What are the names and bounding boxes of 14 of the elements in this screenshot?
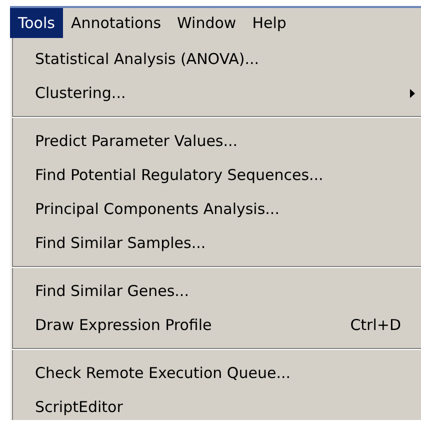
menu-item[interactable]: Check Remote Execution Queue... (12, 356, 421, 390)
menu-title[interactable]: Annotations (62, 8, 170, 38)
menu-item[interactable]: Find Similar Samples... (12, 226, 421, 260)
menu-item[interactable]: Find Similar Genes... (12, 274, 421, 308)
menu-item[interactable]: Predict Parameter Values... (12, 124, 421, 158)
menu-title[interactable]: Tools (10, 8, 63, 38)
menu-item[interactable]: Principal Components Analysis... (12, 192, 421, 226)
menu-item[interactable]: Statistical Analysis (ANOVA)... (12, 42, 421, 76)
menu-item[interactable]: ScriptEditor (12, 390, 421, 422)
menu-item[interactable]: Clustering... (12, 76, 421, 110)
menu-title[interactable]: Help (244, 8, 294, 38)
menu-item[interactable]: Draw Expression Profile Ctrl+D (12, 308, 421, 342)
menu-item[interactable]: Find Potential Regulatory Sequences... (12, 158, 421, 192)
menu-title[interactable]: Window (169, 8, 244, 38)
